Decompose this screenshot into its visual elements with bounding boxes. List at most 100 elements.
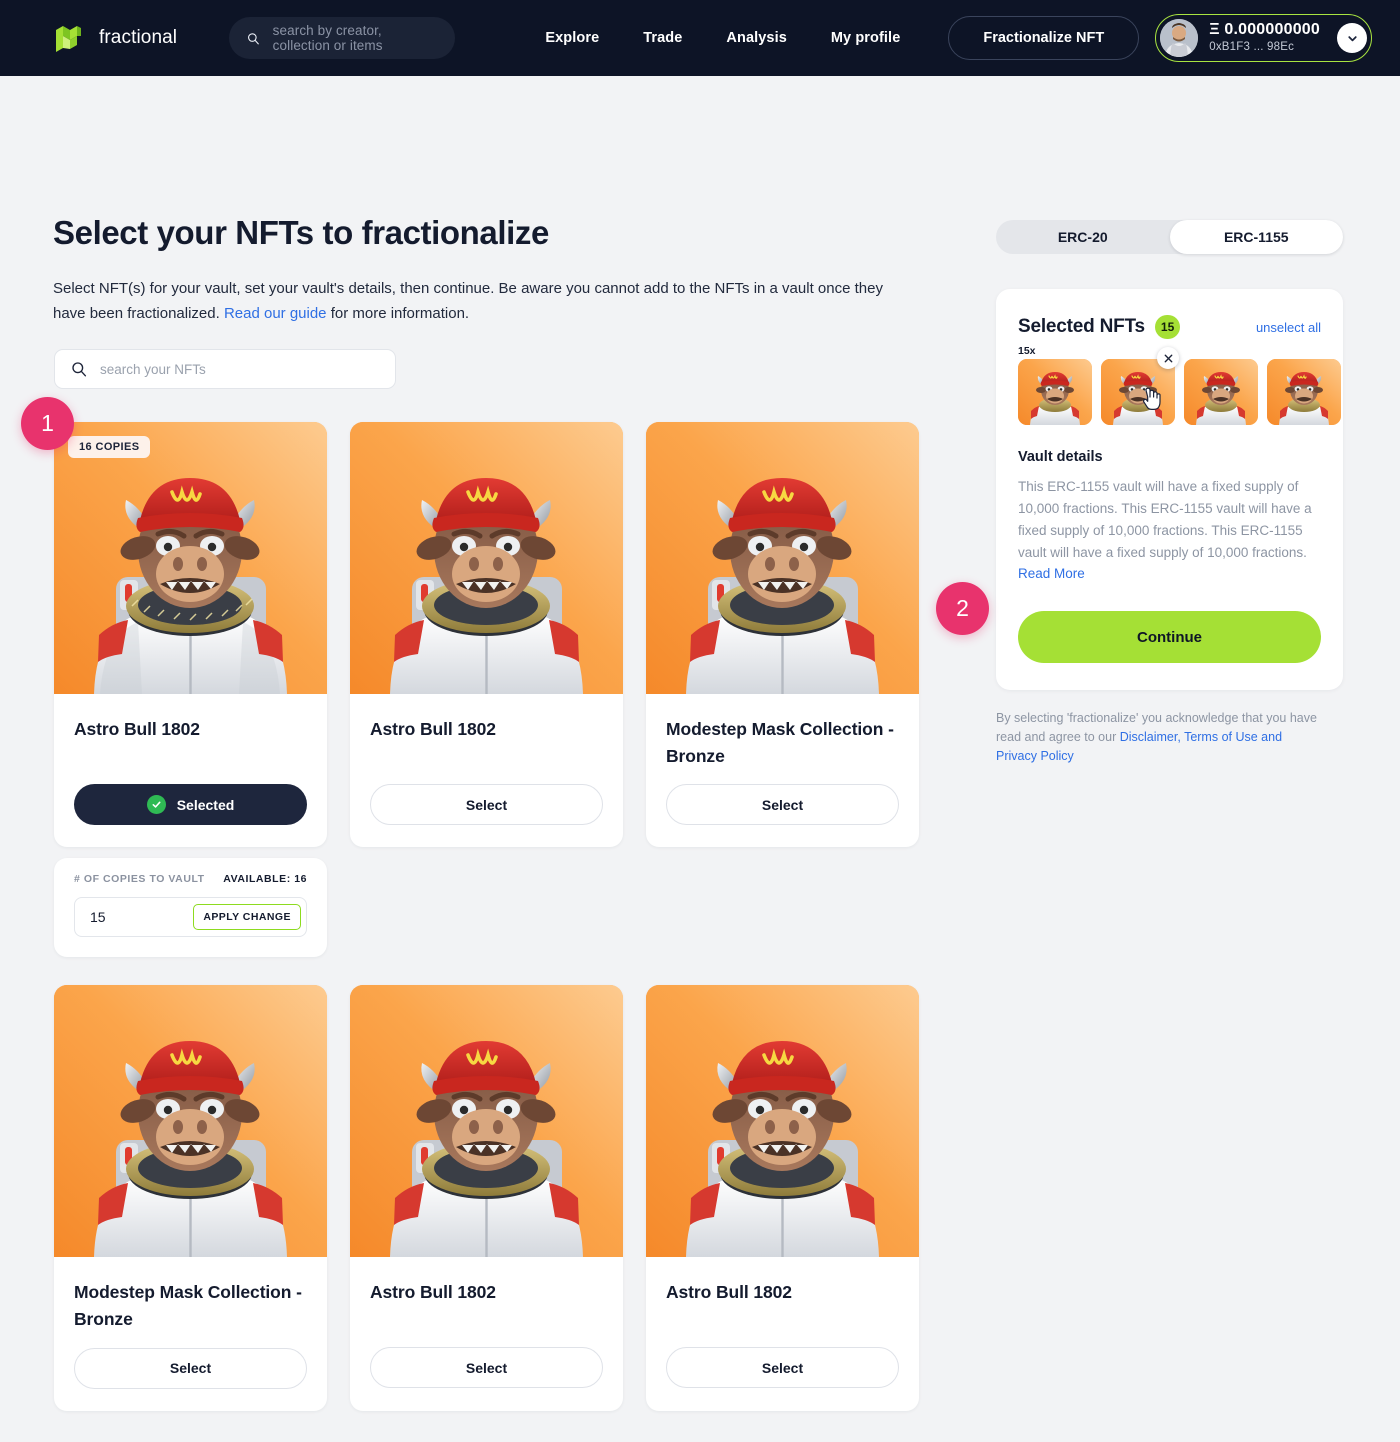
avatar-image: [1160, 19, 1199, 57]
astro-bull-thumb-artwork: [1101, 359, 1175, 425]
selected-nft-thumb-wrap: [1101, 347, 1179, 425]
copies-input-value[interactable]: 15: [90, 909, 106, 925]
subtitle-text-2: for more information.: [326, 305, 470, 323]
nft-card-row: Modestep Mask Collection - Bronze Select: [54, 985, 920, 1411]
copies-to-vault-label: # OF COPIES TO VAULT: [74, 873, 205, 885]
nav-item-trade[interactable]: Trade: [643, 30, 682, 46]
search-icon: [72, 362, 87, 377]
nft-search-placeholder: search your NFTs: [100, 361, 206, 377]
nft-card-body: Astro Bull 1802 Select: [350, 694, 623, 847]
fractionalize-nft-button[interactable]: Fractionalize NFT: [948, 16, 1140, 60]
nft-image: [350, 422, 623, 694]
nav-item-explore[interactable]: Explore: [545, 30, 599, 46]
nft-card-body: Modestep Mask Collection - Bronze Select: [54, 1257, 327, 1410]
tab-erc-20[interactable]: ERC-20: [996, 220, 1170, 254]
nft-title: Astro Bull 1802: [370, 1282, 496, 1303]
selected-nfts-title: Selected NFTs: [1018, 316, 1145, 337]
nft-image: [646, 422, 919, 694]
nft-title: Astro Bull 1802: [370, 719, 496, 739]
nft-image: 16 COPIES: [54, 422, 327, 694]
brand-name: fractional: [99, 27, 178, 48]
selected-nft-thumb-wrap: 15x: [1018, 345, 1092, 425]
nav-item-analysis[interactable]: Analysis: [726, 30, 786, 46]
wallet-balance: Ξ 0.000000000: [1209, 21, 1320, 39]
selected-nfts-header: Selected NFTs 15 unselect all: [1018, 315, 1321, 339]
nft-card-body: Astro Bull 1802 Selected: [54, 694, 327, 847]
selected-nft-thumbnail[interactable]: [1101, 359, 1175, 425]
nft-card-body: Astro Bull 1802 Select: [350, 1257, 623, 1410]
astro-bull-artwork: [350, 985, 623, 1258]
selected-nft-thumbnail[interactable]: [1018, 359, 1092, 425]
token-standard-toggle: ERC-20 ERC-1155: [996, 220, 1343, 254]
apply-change-button[interactable]: APPLY CHANGE: [193, 904, 301, 930]
read-our-guide-link[interactable]: Read our guide: [224, 305, 327, 322]
nft-card-body: Astro Bull 1802 Select: [646, 1257, 919, 1410]
wallet-address: 0xB1F3 ... 98Ec: [1209, 40, 1295, 53]
astro-bull-artwork: [350, 422, 623, 694]
nft-image: [350, 985, 623, 1258]
nft-card[interactable]: Modestep Mask Collection - Bronze Select: [646, 422, 919, 848]
nft-select-button[interactable]: Select: [666, 784, 899, 826]
selected-nft-thumb-wrap: [1267, 359, 1341, 425]
astro-bull-thumb-artwork: [1018, 359, 1092, 425]
vault-details-text: This ERC-1155 vault will have a fixed su…: [1018, 476, 1321, 585]
sidebar: ERC-20 ERC-1155 Selected NFTs 15 unselec…: [996, 220, 1346, 766]
nft-select-button[interactable]: Select: [666, 1347, 899, 1389]
top-header: fractional search by creator, collection…: [0, 0, 1400, 76]
vault-details-title: Vault details: [1018, 449, 1103, 465]
nft-selected-button-label: Selected: [176, 796, 235, 813]
copies-panel-header: # OF COPIES TO VAULT AVAILABLE: 16: [74, 873, 307, 885]
read-more-link[interactable]: Read More: [1018, 566, 1085, 581]
nft-card[interactable]: Astro Bull 1802 Select: [350, 985, 623, 1411]
legal-disclaimer: By selecting 'fractionalize' you acknowl…: [996, 709, 1322, 765]
selected-nfts-panel: Selected NFTs 15 unselect all 15x Vault …: [996, 289, 1343, 691]
chevron-down-icon[interactable]: [1337, 23, 1367, 53]
nft-select-button[interactable]: Select: [370, 1347, 603, 1389]
nft-image: [54, 985, 327, 1258]
nft-title: Modestep Mask Collection - Bronze: [666, 719, 894, 767]
global-search-input[interactable]: search by creator, collection or items: [229, 17, 456, 59]
avatar: [1160, 19, 1199, 57]
nft-card[interactable]: Modestep Mask Collection - Bronze Select: [54, 985, 327, 1411]
tab-erc-1155[interactable]: ERC-1155: [1169, 220, 1343, 254]
global-search-placeholder: search by creator, collection or items: [272, 23, 383, 53]
wallet-chip[interactable]: Ξ 0.000000000 0xB1F3 ... 98Ec: [1155, 14, 1372, 62]
main-nav: Explore Trade Analysis My profile: [545, 30, 900, 46]
astro-bull-artwork: [54, 985, 327, 1258]
thumb-multiplier-label: 15x: [1018, 345, 1036, 357]
page-title: Select your NFTs to fractionalize: [53, 214, 549, 251]
step-badge-1: 1: [21, 397, 74, 450]
hand-cursor-icon: [1142, 387, 1161, 410]
copies-to-vault-panel: # OF COPIES TO VAULT AVAILABLE: 16 15 AP…: [54, 858, 327, 957]
selected-nft-thumbnail[interactable]: [1184, 359, 1258, 425]
page-subtitle: Select NFT(s) for your vault, set your v…: [53, 276, 913, 326]
continue-button[interactable]: Continue: [1018, 611, 1321, 664]
check-icon: [146, 795, 166, 814]
nft-card-body: Modestep Mask Collection - Bronze Select: [646, 694, 919, 847]
astro-bull-thumb-artwork: [1267, 359, 1341, 425]
copies-available-label: AVAILABLE: 16: [223, 873, 307, 885]
fractional-logo-icon: [56, 26, 81, 52]
nft-card[interactable]: Astro Bull 1802 Select: [646, 985, 919, 1411]
nft-image: [646, 985, 919, 1258]
nft-card[interactable]: 16 COPIES Astro Bull 1802 Selected: [54, 422, 327, 848]
copies-input-row[interactable]: 15 APPLY CHANGE: [74, 897, 307, 937]
close-icon[interactable]: [1157, 347, 1179, 369]
selected-nft-thumbnails: 15x: [1018, 345, 1341, 425]
nft-selected-button[interactable]: Selected: [74, 784, 307, 825]
nft-select-button[interactable]: Select: [370, 784, 603, 825]
unselect-all-link[interactable]: unselect all: [1256, 320, 1321, 335]
astro-bull-thumb-artwork: [1184, 359, 1258, 425]
selected-nft-thumbnail[interactable]: [1267, 359, 1341, 425]
nft-title: Astro Bull 1802: [666, 1282, 792, 1303]
astro-bull-artwork: [54, 422, 327, 694]
nft-title: Modestep Mask Collection - Bronze: [74, 1282, 302, 1330]
nft-search-input[interactable]: search your NFTs: [54, 349, 396, 389]
search-icon: [248, 32, 259, 44]
astro-bull-artwork: [646, 422, 919, 694]
brand-logo-area[interactable]: fractional: [52, 21, 177, 55]
copies-badge: 16 COPIES: [68, 436, 151, 458]
nav-item-my-profile[interactable]: My profile: [831, 30, 900, 46]
nft-select-button[interactable]: Select: [74, 1347, 307, 1389]
nft-card[interactable]: Astro Bull 1802 Select: [350, 422, 623, 848]
